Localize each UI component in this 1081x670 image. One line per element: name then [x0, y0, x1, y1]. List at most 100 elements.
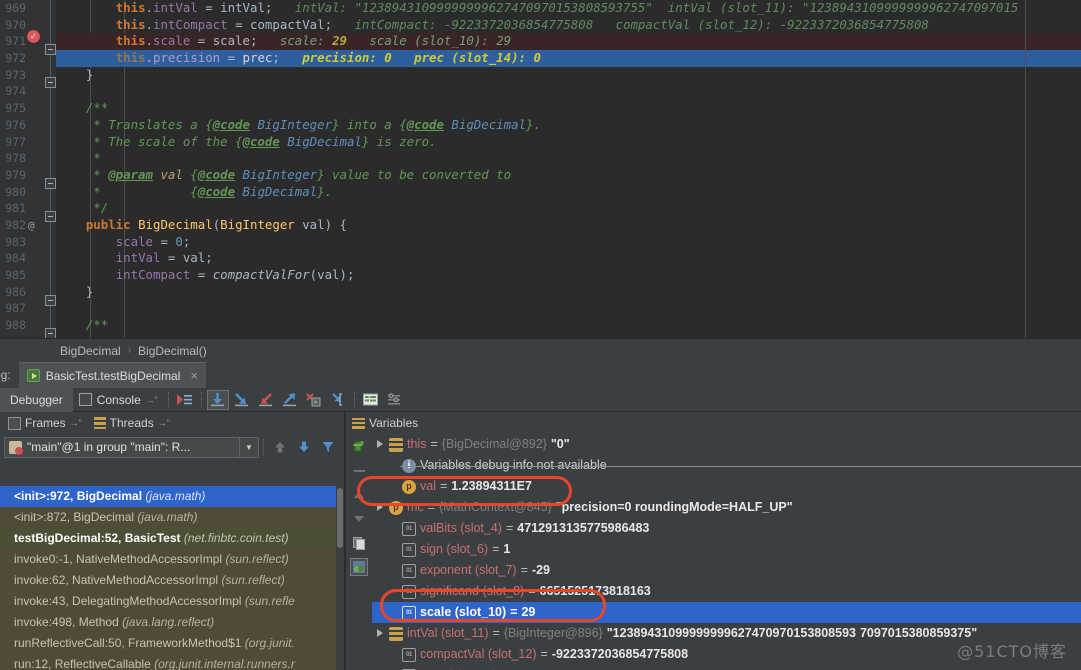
- copy-icon: [352, 536, 365, 550]
- code-line-980[interactable]: * {@code BigDecimal}.: [56, 184, 1081, 201]
- editor-gutter[interactable]: 969 970 971 972 973 974 975 976 977 978 …: [0, 0, 56, 338]
- run-to-cursor-button[interactable]: [327, 390, 349, 410]
- variable-row[interactable]: i Variables debug info not available: [372, 455, 1081, 476]
- drop-frame-button[interactable]: [303, 390, 325, 410]
- variable-value: 4712913135775986483: [517, 521, 650, 535]
- variable-row[interactable]: 01 sign (slot_6) = 1: [372, 539, 1081, 560]
- run-configuration-tab[interactable]: BasicTest.testBigDecimal ×: [18, 362, 206, 388]
- evaluate-expression-button[interactable]: [360, 390, 382, 410]
- step-over-button[interactable]: [206, 389, 229, 410]
- frames-filter-button[interactable]: [317, 437, 339, 457]
- code-line-974[interactable]: [56, 83, 1081, 100]
- code-line-988[interactable]: /**: [56, 317, 1081, 334]
- mute-breakpoints-button[interactable]: [174, 390, 196, 410]
- fold-marker[interactable]: [45, 77, 56, 88]
- code-line-985[interactable]: intCompact = compactValFor(val);: [56, 267, 1081, 284]
- frame-method: testBigDecimal:52, BasicTest: [14, 531, 181, 545]
- frame-row[interactable]: testBigDecimal:52, BasicTest (net.finbtc…: [0, 528, 336, 549]
- frame-package: (org.junit.internal.runners.r: [154, 657, 295, 670]
- move-down-button[interactable]: [350, 510, 368, 528]
- chevron-right-icon[interactable]: →”: [146, 388, 158, 412]
- frame-package: (net.finbtc.coin.test): [183, 531, 289, 545]
- settings-button[interactable]: [384, 390, 406, 410]
- primitive-icon: 01: [402, 584, 416, 599]
- tab-threads[interactable]: Threads →”: [92, 416, 176, 430]
- chevron-right-icon[interactable]: →”: [70, 418, 82, 428]
- breadcrumb-class[interactable]: BigDecimal: [60, 344, 121, 358]
- chevron-up-icon: [354, 492, 364, 498]
- chevron-right-icon[interactable]: →”: [158, 418, 170, 428]
- variable-row[interactable]: p mc = {MathContext@845} "precision=0 ro…: [372, 497, 1081, 518]
- inspect-button[interactable]: [350, 558, 368, 576]
- code-editor[interactable]: 969 970 971 972 973 974 975 976 977 978 …: [0, 0, 1081, 338]
- variable-row[interactable]: 01 scale (slot_10) = 29: [372, 602, 1081, 623]
- frame-row[interactable]: invoke:62, NativeMethodAccessorImpl (sun…: [0, 570, 336, 591]
- frame-row[interactable]: run:12, ReflectiveCallable (org.junit.in…: [0, 654, 336, 670]
- tab-debugger[interactable]: Debugger: [0, 387, 73, 412]
- code-line-975[interactable]: /**: [56, 100, 1081, 117]
- code-line-970[interactable]: this.intCompact = compactVal; intCompact…: [56, 17, 1081, 34]
- breakpoint-icon[interactable]: ✓: [27, 30, 40, 43]
- code-line-982[interactable]: public BigDecimal(BigInteger val) {: [56, 217, 1081, 234]
- copy-value-button[interactable]: [350, 534, 368, 552]
- fold-marker[interactable]: [45, 44, 56, 55]
- expand-triangle-icon[interactable]: [376, 629, 385, 638]
- fold-marker[interactable]: [45, 211, 56, 222]
- force-step-into-button[interactable]: [255, 390, 277, 410]
- chevron-down-icon[interactable]: ▼: [239, 437, 258, 457]
- variable-equals: =: [439, 479, 448, 493]
- breadcrumb[interactable]: BigDecimal › BigDecimal(): [0, 338, 1081, 362]
- frames-scrollbar[interactable]: [336, 486, 344, 670]
- variable-row[interactable]: 01 significand (slot_8) = 66515251738181…: [372, 581, 1081, 602]
- frame-row[interactable]: invoke:498, Method (java.lang.reflect): [0, 612, 336, 633]
- fold-marker[interactable]: [45, 178, 56, 189]
- variable-row[interactable]: p val = 1.23894311E7: [372, 476, 1081, 497]
- close-icon[interactable]: ×: [190, 368, 198, 383]
- frames-down-button[interactable]: [293, 437, 315, 457]
- code-line-986[interactable]: }: [56, 284, 1081, 301]
- code-line-976[interactable]: * Translates a {@code BigInteger} into a…: [56, 117, 1081, 134]
- code-line-973[interactable]: }: [56, 67, 1081, 84]
- add-watch-button[interactable]: [350, 438, 368, 456]
- code-line-969[interactable]: this.intVal = intVal; intVal: "123894310…: [56, 0, 1081, 17]
- code-content[interactable]: this.intVal = intVal; intVal: "123894310…: [56, 0, 1081, 338]
- code-line-987[interactable]: [56, 300, 1081, 317]
- variable-row[interactable]: this = {BigDecimal@892} "0": [372, 434, 1081, 455]
- variables-panel: Variables this = {BigDecimal@892} "0" i …: [346, 412, 1081, 670]
- remove-watch-button[interactable]: [350, 462, 368, 480]
- thread-selector[interactable]: "main"@1 in group "main": R... ▼: [4, 436, 259, 458]
- code-line-984[interactable]: intVal = val;: [56, 250, 1081, 267]
- frame-row[interactable]: <init>:872, BigDecimal (java.math): [0, 507, 336, 528]
- expand-triangle-icon[interactable]: [376, 440, 385, 449]
- code-line-979[interactable]: * @param val {@code BigInteger} value to…: [56, 167, 1081, 184]
- frame-row[interactable]: runReflectiveCall:50, FrameworkMethod$1 …: [0, 633, 336, 654]
- code-line-978[interactable]: *: [56, 150, 1081, 167]
- tab-console[interactable]: Console →”: [73, 388, 164, 412]
- variable-row[interactable]: 01 valBits (slot_4) = 471291313577598648…: [372, 518, 1081, 539]
- code-line-983[interactable]: scale = 0;: [56, 234, 1081, 251]
- code-line-972[interactable]: this.precision = prec; precision: 0 prec…: [56, 50, 1081, 67]
- variable-value: -9223372036854775808: [551, 647, 689, 661]
- fold-marker[interactable]: [45, 295, 56, 306]
- frames-up-button[interactable]: [269, 437, 291, 457]
- code-line-981[interactable]: */: [56, 200, 1081, 217]
- frame-row[interactable]: <init>:972, BigDecimal (java.math): [0, 486, 336, 507]
- tab-frames[interactable]: Frames →”: [6, 416, 88, 430]
- variable-row[interactable]: 01 prec (slot_14) = 0: [372, 665, 1081, 670]
- breadcrumb-member[interactable]: BigDecimal(): [138, 344, 207, 358]
- code-line-977[interactable]: * The scale of the {@code BigDecimal} is…: [56, 134, 1081, 151]
- scrollbar-thumb[interactable]: [337, 488, 343, 548]
- variable-row[interactable]: 01 exponent (slot_7) = -29: [372, 560, 1081, 581]
- step-into-button[interactable]: [231, 390, 253, 410]
- expand-triangle-icon[interactable]: [376, 503, 385, 512]
- variable-equals: =: [520, 563, 528, 577]
- override-marker-icon[interactable]: @: [28, 219, 35, 232]
- move-up-button[interactable]: [350, 486, 368, 504]
- frames-list[interactable]: <init>:972, BigDecimal (java.math) <init…: [0, 486, 336, 670]
- step-out-button[interactable]: [279, 390, 301, 410]
- fold-marker[interactable]: [45, 328, 56, 338]
- code-line-971[interactable]: this.scale = scale; scale: 29 scale (slo…: [56, 33, 1081, 51]
- variables-list[interactable]: this = {BigDecimal@892} "0" i Variables …: [372, 434, 1081, 670]
- frame-row[interactable]: invoke0:-1, NativeMethodAccessorImpl (su…: [0, 549, 336, 570]
- frame-row[interactable]: invoke:43, DelegatingMethodAccessorImpl …: [0, 591, 336, 612]
